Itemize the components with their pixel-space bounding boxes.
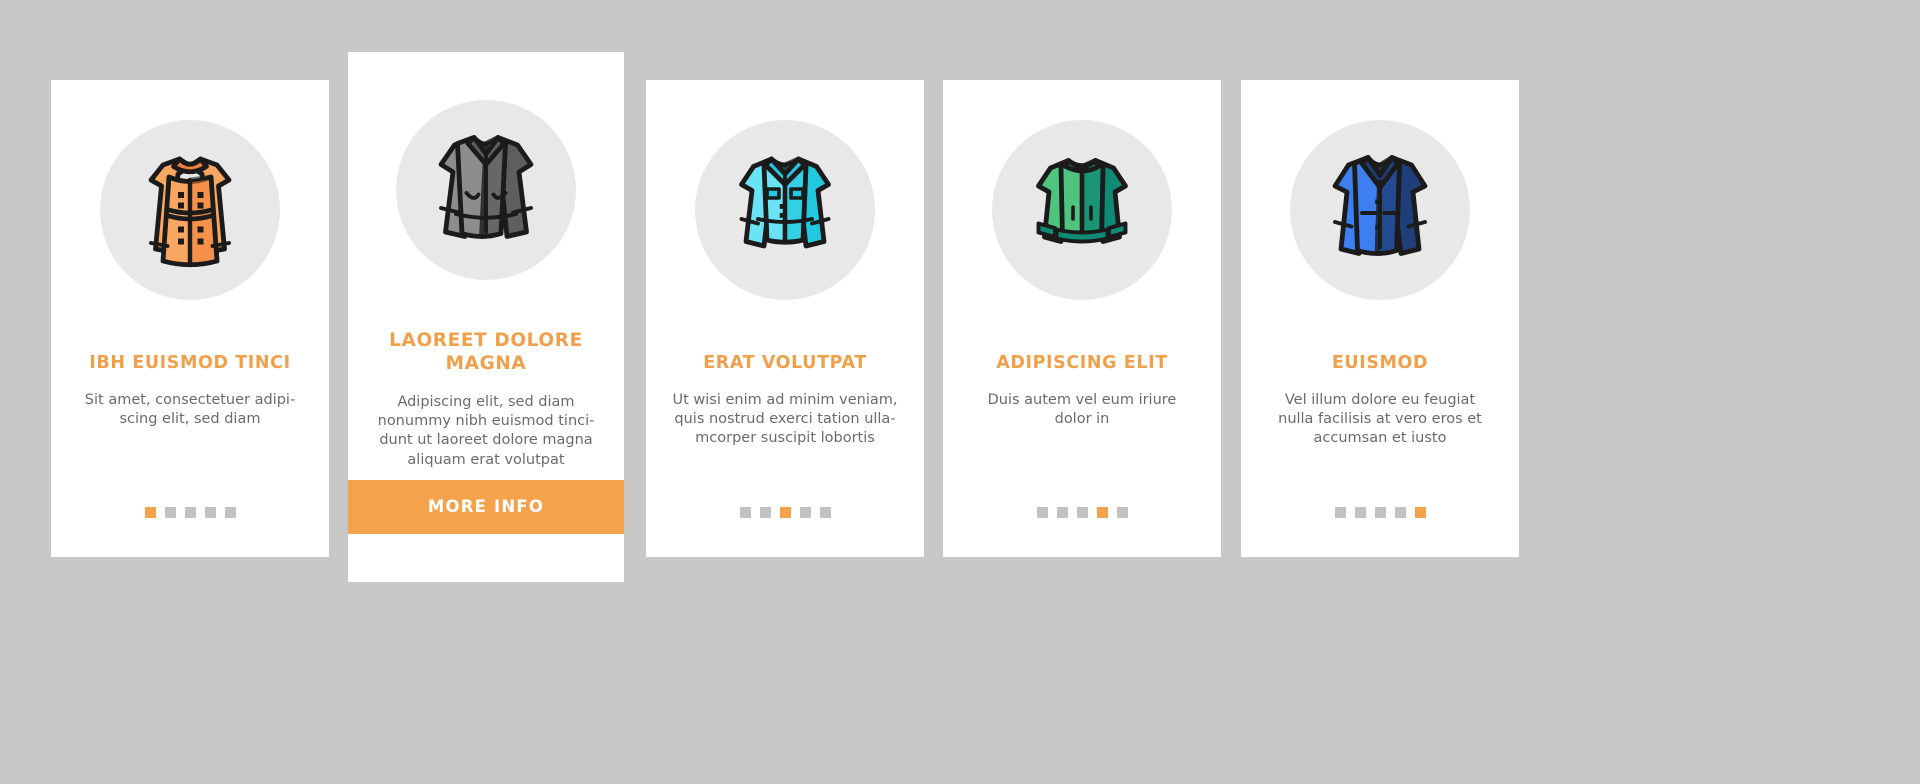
body-line: dunt ut laoreet dolore magna <box>379 432 593 449</box>
pagination-dot[interactable] <box>1096 507 1108 518</box>
body-line: Duis autem vel eum iriure <box>987 391 1177 408</box>
pagination-dot[interactable] <box>224 507 236 518</box>
pagination-dot[interactable] <box>204 507 216 518</box>
pagination-dot[interactable] <box>144 507 156 518</box>
blazer-jacket-icon <box>1332 155 1428 256</box>
card-body-5: Vel illum dolore eu feugiat nulla facili… <box>1264 391 1496 448</box>
icon-container-3 <box>695 120 875 300</box>
onboarding-card-2[interactable]: LAOREET DOLORE MAGNA Adipiscing elit, se… <box>348 52 624 582</box>
body-line: accumsan et iusto <box>1313 430 1447 446</box>
body-line: scing elit, sed diam <box>119 410 261 427</box>
pagination-dot[interactable] <box>1116 507 1128 518</box>
card-footer-spacer <box>348 534 624 582</box>
card-body-2: Adipiscing elit, sed diam nonummy nibh e… <box>364 393 609 470</box>
body-line: nonummy nibh euismod tinci- <box>377 413 595 430</box>
pagination-dot[interactable] <box>799 507 811 518</box>
pagination-dot[interactable] <box>819 507 831 518</box>
body-line: mcorper suscipit lobortis <box>695 430 875 446</box>
body-line: quis nostrud exerci tation ulla- <box>674 410 896 427</box>
pagination-dot[interactable] <box>1076 507 1088 518</box>
card-title-1: IBH EUISMOD TINCI <box>89 353 291 373</box>
icon-container-5 <box>1290 120 1470 300</box>
card-title-2: LAOREET DOLORE MAGNA <box>389 330 583 374</box>
bomber-jacket-icon <box>1036 158 1128 244</box>
pagination-dot[interactable] <box>1414 507 1426 518</box>
pagination-dots-5[interactable] <box>1334 507 1426 518</box>
denim-jacket-icon <box>739 156 831 249</box>
pagination-dots-3[interactable] <box>739 507 831 518</box>
icon-container-2 <box>396 100 576 280</box>
body-line: Ut wisi enim ad minim veniam, <box>672 391 898 408</box>
body-line: dolor in <box>1054 410 1110 427</box>
body-line: Sit amet, consectetuer adipi- <box>84 391 296 408</box>
icon-container-1 <box>100 120 280 300</box>
pagination-dot[interactable] <box>1394 507 1406 518</box>
body-line: aliquam erat volutpat <box>407 451 565 468</box>
leather-jacket-icon <box>438 135 534 239</box>
onboarding-card-1[interactable]: IBH EUISMOD TINCI Sit amet, consectetuer… <box>51 80 329 557</box>
pagination-dot[interactable] <box>184 507 196 518</box>
card-title-5: EUISMOD <box>1331 353 1429 373</box>
trench-coat-icon <box>148 156 232 268</box>
pagination-dot[interactable] <box>1036 507 1048 518</box>
onboarding-card-5[interactable]: EUISMOD Vel illum dolore eu feugiat null… <box>1241 80 1519 557</box>
pagination-dots-4[interactable] <box>1036 507 1128 518</box>
onboarding-card-4[interactable]: ADIPISCING ELIT Duis autem vel eum iriur… <box>943 80 1221 557</box>
pagination-dot[interactable] <box>1374 507 1386 518</box>
pagination-dot[interactable] <box>1056 507 1068 518</box>
card-body-1: Sit amet, consectetuer adipi- scing elit… <box>71 391 309 429</box>
pagination-dot[interactable] <box>1354 507 1366 518</box>
card-title-3: ERAT VOLUTPAT <box>703 353 867 373</box>
pagination-dot[interactable] <box>1334 507 1346 518</box>
body-line: nulla facilisis at vero eros et <box>1278 410 1482 427</box>
card-body-4: Duis autem vel eum iriure dolor in <box>974 391 1191 429</box>
card-title-4: ADIPISCING ELIT <box>996 353 1168 373</box>
body-line: Vel illum dolore eu feugiat <box>1284 391 1476 408</box>
onboarding-screens-container: IBH EUISMOD TINCI Sit amet, consectetuer… <box>0 0 1920 784</box>
onboarding-card-3[interactable]: ERAT VOLUTPAT Ut wisi enim ad minim veni… <box>646 80 924 557</box>
pagination-dot[interactable] <box>759 507 771 518</box>
pagination-dot[interactable] <box>739 507 751 518</box>
pagination-dots-1[interactable] <box>144 507 236 518</box>
body-line: Adipiscing elit, sed diam <box>397 394 575 411</box>
more-info-button[interactable]: MORE INFO <box>348 480 624 534</box>
icon-container-4 <box>992 120 1172 300</box>
pagination-dot[interactable] <box>779 507 791 518</box>
pagination-dot[interactable] <box>164 507 176 518</box>
card-body-3: Ut wisi enim ad minim veniam, quis nostr… <box>658 391 911 448</box>
